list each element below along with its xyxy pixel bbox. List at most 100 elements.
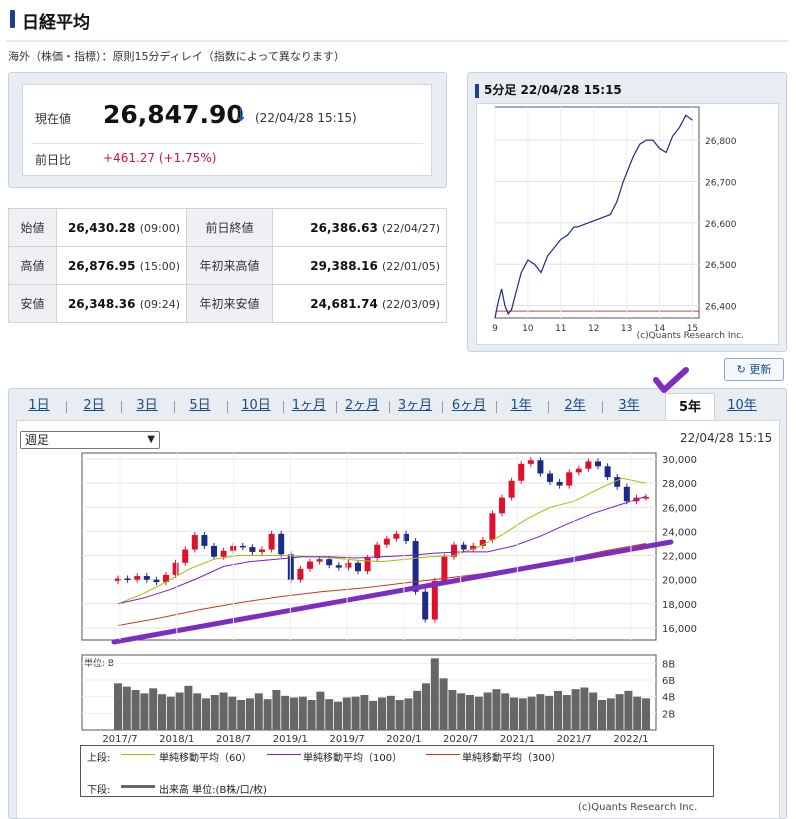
y-tick-label: 26,400 <box>705 303 737 313</box>
divider <box>31 143 423 144</box>
open-value: 26,430.28 <box>67 220 136 235</box>
tab-2[interactable]: 3日 <box>129 392 165 420</box>
volume-bar <box>246 698 254 730</box>
volume-bar <box>281 695 290 730</box>
volume-bar <box>413 690 422 730</box>
tab-separator <box>602 401 603 413</box>
volume-bar <box>360 695 369 730</box>
volume-bar <box>404 698 413 730</box>
candle <box>518 463 525 481</box>
stats-table: 始値 26,430.28 (09:00) 前日終値 26,386.63 (22/… <box>8 208 447 323</box>
tab-separator <box>227 401 228 413</box>
candle <box>182 549 189 563</box>
volume-bar <box>131 690 140 730</box>
volume-bar <box>254 693 263 730</box>
volume-bar <box>474 696 483 730</box>
volume-bar <box>554 690 562 730</box>
tab-separator <box>548 401 549 413</box>
candle <box>460 544 467 550</box>
candle <box>489 513 496 540</box>
intraday-title: 5分足 22/04/28 15:15 <box>475 81 622 98</box>
low-value: 26,348.36 <box>67 296 136 311</box>
volume-bar <box>606 698 615 730</box>
tab-4[interactable]: 10日 <box>236 392 276 420</box>
tab-8[interactable]: 6ヶ月 <box>449 392 489 420</box>
interval-select-value: 週足 <box>25 433 50 447</box>
volume-bar <box>140 693 149 730</box>
sma100-swatch <box>267 754 301 755</box>
x-tick-label: 13 <box>621 324 632 334</box>
x-tick-label: 10 <box>522 324 534 334</box>
chart-timestamp: 22/04/28 15:15 <box>680 431 773 445</box>
volume-bar <box>571 689 580 730</box>
y-tick-label: 26,600 <box>705 220 737 230</box>
volume-tick-label: 6B <box>662 676 675 687</box>
candle <box>604 466 611 478</box>
candle <box>527 460 534 464</box>
tab-1[interactable]: 2日 <box>76 392 112 420</box>
refresh-button[interactable]: ↻ 更新 <box>724 358 784 381</box>
volume-bar <box>114 683 122 730</box>
tab-5[interactable]: 1ヶ月 <box>289 392 329 420</box>
tab-11[interactable]: 3年 <box>611 392 647 420</box>
x-tick-label: 2021/7 <box>557 734 592 745</box>
x-tick-label: 2021/1 <box>500 734 535 745</box>
volume-bar <box>175 692 184 730</box>
volume-bar <box>122 686 131 730</box>
y-tick-label: 26,500 <box>705 261 737 271</box>
prev-close-label: 前日終値 <box>186 208 273 247</box>
volume-bar <box>202 698 210 730</box>
volume-bar <box>307 700 316 730</box>
volume-bar <box>219 692 228 730</box>
price-change: +461.27 (+1.75%) <box>103 151 217 165</box>
tab-0[interactable]: 1日 <box>23 392 55 420</box>
tab-13[interactable]: 10年 <box>721 392 763 420</box>
tab-12[interactable]: 5年 <box>665 393 715 421</box>
interval-select[interactable]: 週足 ▼ <box>20 431 160 449</box>
candle <box>547 473 553 482</box>
checkmark-icon <box>653 367 689 393</box>
volume-bar <box>615 694 624 730</box>
candle <box>441 556 448 581</box>
volume-bar <box>342 697 351 730</box>
tab-9[interactable]: 1年 <box>503 392 539 420</box>
volume-bar <box>439 678 448 730</box>
legend-sma300: 単純移動平均（300） <box>462 753 562 764</box>
volume-bar <box>430 658 439 730</box>
candle <box>499 497 505 514</box>
current-price: 26,847.90 <box>103 100 244 129</box>
main-copyright: (c)Quants Research Inc. <box>578 802 698 813</box>
prev-close-date: (22/04/27) <box>382 221 440 235</box>
candle <box>297 568 304 580</box>
plot-frame <box>494 106 700 319</box>
tab-3[interactable]: 5日 <box>182 392 218 420</box>
x-tick-label: 2018/1 <box>159 734 194 745</box>
volume-bar <box>351 696 360 730</box>
volume-bar <box>237 700 246 730</box>
x-tick-label: 2019/1 <box>273 734 308 745</box>
intraday-panel: 5分足 22/04/28 15:15 26,800 26,700 26,600 26,… <box>467 72 787 352</box>
title-marker <box>475 83 479 98</box>
candle <box>153 579 160 583</box>
legend-sma100: 単純移動平均（100） <box>303 753 403 764</box>
tab-10[interactable]: 2年 <box>557 392 593 420</box>
tab-6[interactable]: 2ヶ月 <box>342 392 382 420</box>
volume-bar <box>448 690 457 730</box>
x-tick-label: 2017/7 <box>102 734 137 745</box>
tab-7[interactable]: 3ヶ月 <box>395 392 435 420</box>
high-value: 26,876.95 <box>67 258 136 273</box>
candle <box>412 541 419 592</box>
volume-bar <box>158 694 166 730</box>
volume-bar <box>527 696 536 730</box>
volume-bar <box>633 696 642 730</box>
x-tick-label: 2022/1 <box>613 734 648 745</box>
volume-bar <box>316 691 325 730</box>
y-tick-label: 16,000 <box>662 624 697 635</box>
high-label: 高値 <box>8 246 57 285</box>
volume-bar <box>624 690 633 730</box>
tab-separator <box>65 401 67 413</box>
volume-bar <box>325 699 334 730</box>
y-tick-label: 26,800 <box>705 137 737 147</box>
candle <box>249 547 256 552</box>
volume-bar <box>369 700 378 730</box>
